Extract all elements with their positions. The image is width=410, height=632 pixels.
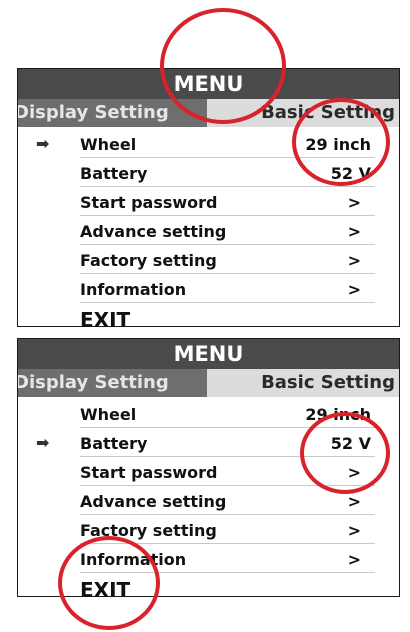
row-label: Wheel bbox=[80, 405, 137, 424]
row-start-password[interactable]: Start password > bbox=[80, 187, 375, 216]
menu-title: MENU bbox=[18, 339, 399, 369]
row-value: 52 V bbox=[330, 434, 371, 453]
menu-panel-2: MENU Display Setting Basic Setting Wheel… bbox=[17, 338, 400, 602]
tab-basic-setting[interactable]: Basic Setting bbox=[206, 369, 399, 397]
chevron-right-icon: > bbox=[347, 492, 361, 511]
row-factory-setting[interactable]: Factory setting > bbox=[80, 515, 375, 544]
tab-display-setting[interactable]: Display Setting bbox=[18, 99, 207, 127]
exit-button[interactable]: EXIT bbox=[80, 303, 399, 337]
row-label: Factory setting bbox=[80, 521, 217, 540]
row-label: Battery bbox=[80, 434, 148, 453]
row-advance-setting[interactable]: Advance setting > bbox=[80, 486, 375, 515]
chevron-right-icon: > bbox=[347, 521, 361, 540]
settings-list: ➡ Wheel 29 inch Battery 52 V Start passw… bbox=[18, 127, 399, 337]
row-value: 29 inch bbox=[305, 405, 371, 424]
row-wheel[interactable]: ➡ Wheel 29 inch bbox=[36, 129, 375, 158]
chevron-right-icon: > bbox=[347, 251, 361, 270]
tab-bar: Display Setting Basic Setting bbox=[18, 369, 399, 397]
right-arrow-icon: ➡ bbox=[36, 433, 50, 452]
right-arrow-icon: ➡ bbox=[36, 134, 50, 153]
row-wheel[interactable]: Wheel 29 inch bbox=[80, 399, 375, 428]
row-label: Advance setting bbox=[80, 492, 227, 511]
row-label: Factory setting bbox=[80, 251, 217, 270]
row-label: Start password bbox=[80, 193, 218, 212]
row-label: Start password bbox=[80, 463, 218, 482]
row-information[interactable]: Information > bbox=[80, 274, 375, 303]
chevron-right-icon: > bbox=[347, 193, 361, 212]
row-value: 29 inch bbox=[305, 135, 371, 154]
menu-title: MENU bbox=[18, 69, 399, 99]
row-battery[interactable]: ➡ Battery 52 V bbox=[36, 428, 375, 457]
row-start-password[interactable]: Start password > bbox=[80, 457, 375, 486]
menu-panel-1: MENU Display Setting Basic Setting ➡ Whe… bbox=[17, 68, 400, 332]
row-label: Advance setting bbox=[80, 222, 227, 241]
row-label: Wheel bbox=[80, 135, 137, 154]
tab-display-setting[interactable]: Display Setting bbox=[18, 369, 207, 397]
row-advance-setting[interactable]: Advance setting > bbox=[80, 216, 375, 245]
chevron-right-icon: > bbox=[347, 463, 361, 482]
tab-bar: Display Setting Basic Setting bbox=[18, 99, 399, 127]
row-label: Information bbox=[80, 550, 187, 569]
row-battery[interactable]: Battery 52 V bbox=[80, 158, 375, 187]
row-label: Information bbox=[80, 280, 187, 299]
exit-button[interactable]: EXIT bbox=[80, 573, 399, 607]
chevron-right-icon: > bbox=[347, 280, 361, 299]
row-value: 52 V bbox=[330, 164, 371, 183]
chevron-right-icon: > bbox=[347, 222, 361, 241]
chevron-right-icon: > bbox=[347, 550, 361, 569]
tab-basic-setting[interactable]: Basic Setting bbox=[206, 99, 399, 127]
row-label: Battery bbox=[80, 164, 148, 183]
row-information[interactable]: Information > bbox=[80, 544, 375, 573]
settings-list: Wheel 29 inch ➡ Battery 52 V Start passw… bbox=[18, 397, 399, 607]
row-factory-setting[interactable]: Factory setting > bbox=[80, 245, 375, 274]
